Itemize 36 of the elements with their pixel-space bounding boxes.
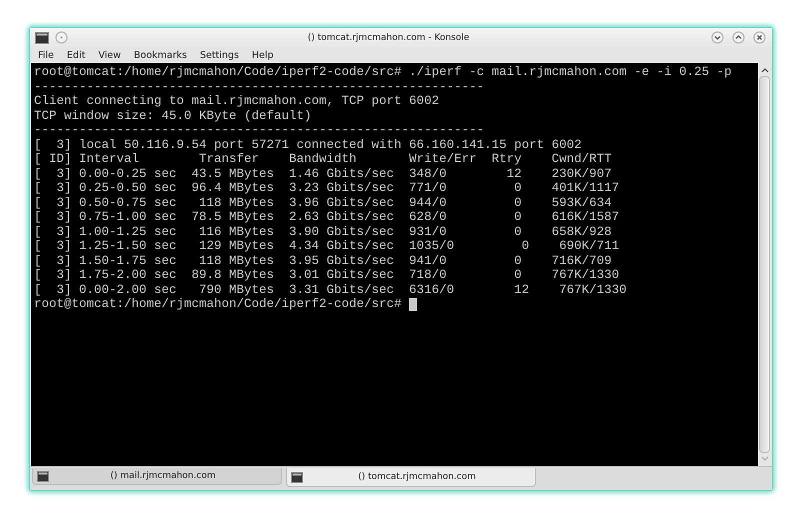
terminal-prompt: root@tomcat:/home/rjmcmahon/Code/iperf2-code/src#: [34, 297, 402, 312]
terminal-line: [ 3] 0.50-0.75 sec 118 MBytes 3.96 Gbits/sec 944/0 0 593K/634: [34, 196, 613, 210]
window-title: () tomcat.rjmcmahon.com - Konsole: [306, 32, 470, 42]
menu-item[interactable]: Help: [252, 50, 274, 60]
terminal-line: [ 3] 0.25-0.50 sec 96.4 MBytes 3.23 Gbits/sec 771/0 0 401K/1117: [34, 181, 620, 196]
menu-item[interactable]: Bookmarks: [134, 50, 187, 60]
terminal-icon: [37, 470, 49, 482]
terminal-line: Client connecting to mail.rjmcmahon.com, TCP port 6002: [34, 94, 440, 108]
minimize-button[interactable]: [711, 31, 724, 44]
terminal-line: [ 3] 0.00-2.00 sec 790 MBytes 3.31 Gbits/sec 6316/0 12 767K/1330: [34, 282, 628, 297]
terminal-line: ------------------------------------------------------------: [34, 123, 486, 138]
terminal-line: [ 3] 1.75-2.00 sec 89.8 MBytes 3.01 Gbits/sec 718/0 0 767K/1330: [34, 268, 620, 282]
terminal-line: [ 3] 1.50-1.75 sec 118 MBytes 3.95 Gbits/sec 941/0 0 716K/709: [34, 254, 613, 268]
close-button[interactable]: [753, 31, 766, 44]
terminal-line: [ 3] local 50.116.9.54 port 57271 connected with 66.160.141.15 port 6002: [34, 138, 583, 152]
session-tab[interactable]: () mail.rjmcmahon.com: [32, 468, 282, 485]
terminal-line: [ 3] 0.75-1.00 sec 78.5 MBytes 2.63 Gbits/sec 628/0 0 616K/1587: [34, 210, 620, 224]
terminal-line: root@tomcat:/home/rjmcmahon/Code/iperf2-code/src# ./iperf -c mail.rjmcmahon.com -e -i 0.25 -p: [34, 65, 733, 80]
terminal-line: ------------------------------------------------------------: [34, 80, 486, 94]
terminal-line: TCP window size: 45.0 KByte (default): [34, 108, 313, 123]
scrollbar[interactable]: [758, 63, 771, 466]
menu-item[interactable]: Settings: [200, 50, 239, 60]
terminal-line: [ ID] Interval Transfer Bandwidth Write/Err Rtry Cwnd/RTT: [34, 152, 613, 166]
maximize-button[interactable]: [732, 31, 745, 44]
terminal-line: [ 3] 0.00-0.25 sec 43.5 MBytes 1.46 Gbits/sec 348/0 12 230K/907: [34, 166, 613, 181]
scroll-up-icon[interactable]: [760, 67, 768, 73]
terminal-icon: [291, 472, 303, 482]
menu-item[interactable]: View: [98, 50, 121, 60]
terminal-line: [ 3] 1.00-1.25 sec 116 MBytes 3.90 Gbits/sec 931/0 0 658K/928: [34, 224, 613, 239]
session-tab[interactable]: () tomcat.rjmcmahon.com: [286, 468, 536, 487]
terminal-icon: [35, 32, 49, 44]
menu-item[interactable]: File: [38, 50, 54, 60]
terminal-line: [ 3] 1.25-1.50 sec 129 MBytes 4.34 Gbits/sec 1035/0 0 690K/711: [34, 239, 620, 254]
menu-item[interactable]: Edit: [66, 50, 86, 60]
scrollbar-handle[interactable]: [759, 76, 770, 453]
text-cursor: [408, 298, 417, 311]
